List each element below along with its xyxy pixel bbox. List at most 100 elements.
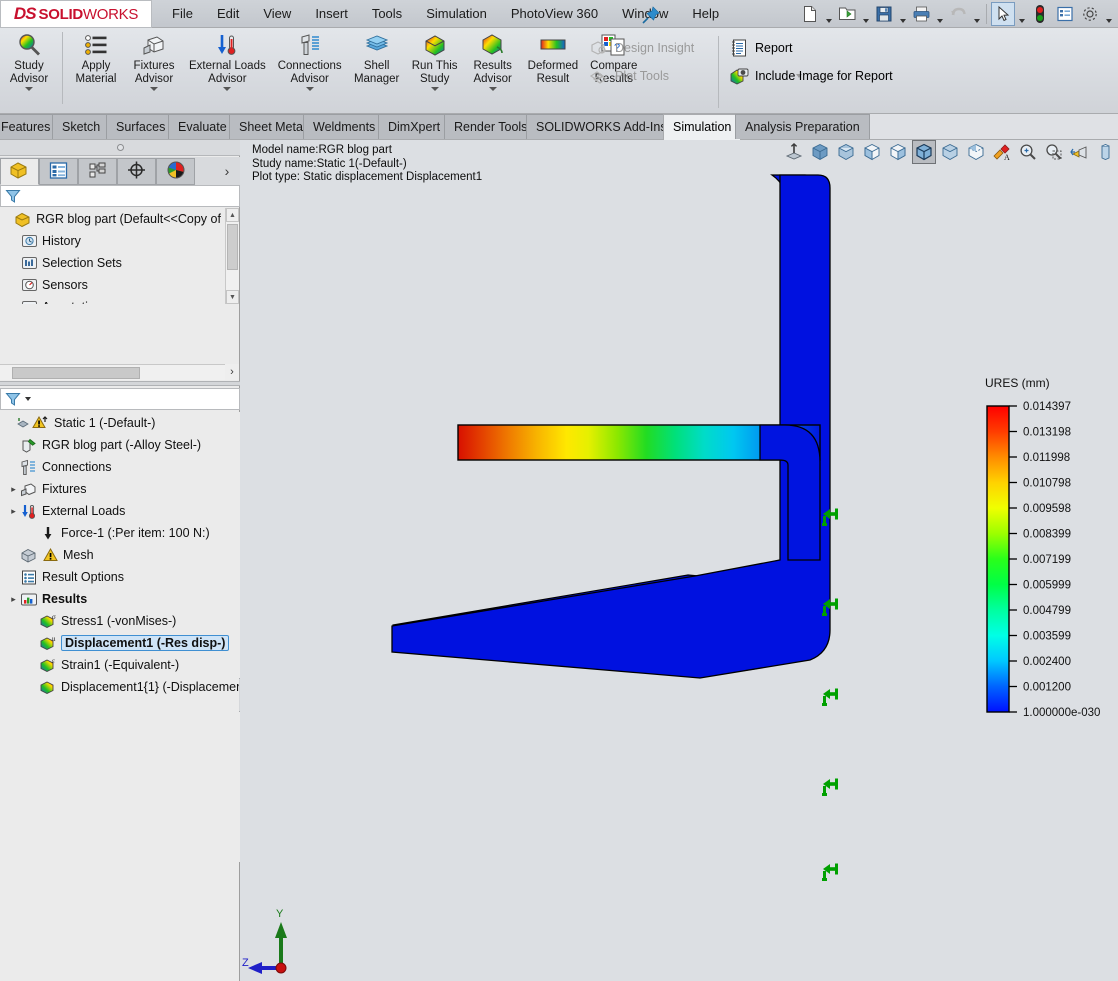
undo-button[interactable]: [946, 2, 970, 26]
fixtures-advisor-dropdown-arrow[interactable]: [150, 87, 158, 91]
expander[interactable]: ▸: [8, 478, 19, 500]
connections-advisor-button[interactable]: Connections Advisor: [272, 28, 348, 91]
tab-analysis-preparation[interactable]: Analysis Preparation: [735, 114, 870, 139]
tree-item-displacement1[interactable]: u Displacement1 (-Res disp-): [0, 632, 240, 654]
tab-dimxpert[interactable]: DimXpert: [378, 114, 451, 139]
undo-dropdown[interactable]: [971, 0, 982, 30]
tree-item-connections[interactable]: Connections: [0, 456, 240, 478]
solidworks-logo[interactable]: DS SOLID WORKS: [0, 0, 152, 28]
results-advisor-dropdown-arrow[interactable]: [488, 87, 497, 91]
tree-item-fixtures[interactable]: ▸ Fixtures: [0, 478, 240, 500]
material-icon: [19, 435, 39, 455]
new-document-button[interactable]: [798, 2, 822, 26]
open-document-dropdown[interactable]: [860, 0, 871, 30]
menu-item-view[interactable]: View: [251, 0, 303, 28]
feature-tree-hscrollbar[interactable]: [0, 364, 226, 380]
tree-item-part[interactable]: RGR blog part (Default<<Copy of <Defau: [0, 208, 226, 230]
tab-weldments[interactable]: Weldments: [303, 114, 386, 139]
tree-item-sensors[interactable]: Sensors: [0, 274, 226, 296]
shell-manager-button[interactable]: Shell Manager: [348, 28, 406, 85]
study-advisor-dropdown-arrow[interactable]: [25, 87, 33, 91]
menu-item-simulation[interactable]: Simulation: [414, 0, 499, 28]
feature-manager-tree[interactable]: RGR blog part (Default<<Copy of <Defau H…: [0, 208, 226, 304]
tab-surfaces[interactable]: Surfaces: [106, 114, 176, 139]
tab-render-tools[interactable]: Render Tools: [444, 114, 538, 139]
include-image-for-report-button[interactable]: Include Image for Report: [722, 62, 899, 90]
expander[interactable]: ▸: [8, 588, 19, 610]
hscroll-right-button[interactable]: ›: [225, 364, 239, 380]
tab-solidworks-addins[interactable]: SOLIDWORKS Add-Ins: [526, 114, 677, 139]
tree-item-static-study[interactable]: Static 1 (-Default-): [0, 412, 240, 434]
chevron-right-icon[interactable]: ›: [218, 161, 236, 181]
fixtures-advisor-button[interactable]: Fixtures Advisor: [125, 28, 183, 91]
menu-item-insert[interactable]: Insert: [303, 0, 360, 28]
new-document-dropdown[interactable]: [823, 0, 834, 30]
feature-tree-vscrollbar[interactable]: ▲ ▼: [225, 208, 239, 304]
save-button[interactable]: [872, 2, 896, 26]
simulation-study-tree[interactable]: Static 1 (-Default-) RGR blog part (-All…: [0, 412, 240, 862]
menu-item-file[interactable]: File: [160, 0, 205, 28]
tab-sketch[interactable]: Sketch: [52, 114, 111, 139]
study-advisor-button[interactable]: Study Advisor: [0, 28, 58, 91]
feature-filter-bar[interactable]: [0, 185, 240, 207]
expander[interactable]: ▸: [8, 500, 19, 522]
study-filter-bar[interactable]: [0, 388, 240, 410]
tree-item-mesh[interactable]: Mesh: [0, 544, 240, 566]
tree-item-history[interactable]: History: [0, 230, 226, 252]
legend-value: 1.000000e-030: [1023, 707, 1100, 719]
settings-dropdown[interactable]: [1103, 0, 1114, 30]
tree-item-force1[interactable]: Force-1 (:Per item: 100 N:): [0, 522, 240, 544]
results-advisor-button[interactable]: Results Advisor: [464, 28, 522, 91]
deformed-result-button[interactable]: Deformed Result: [522, 28, 585, 85]
expander[interactable]: [4, 208, 13, 230]
print-button[interactable]: [909, 2, 933, 26]
menu-item-tools[interactable]: Tools: [360, 0, 414, 28]
tree-item-selection-sets[interactable]: Selection Sets: [0, 252, 226, 274]
external-loads-advisor-dropdown-arrow[interactable]: [223, 87, 232, 91]
tree-item-material[interactable]: RGR blog part (-Alloy Steel-): [0, 434, 240, 456]
run-this-study-dropdown-arrow[interactable]: [430, 87, 439, 91]
scroll-down-button[interactable]: ▼: [226, 290, 239, 304]
tree-item-stress1[interactable]: σ Stress1 (-vonMises-): [0, 610, 240, 632]
dimxpert-manager-tab[interactable]: [117, 158, 156, 185]
tree-item-results[interactable]: ▸ Results: [0, 588, 240, 610]
feature-manager-tab[interactable]: [0, 158, 39, 185]
report-button[interactable]: Report: [722, 34, 799, 62]
external-loads-advisor-button[interactable]: External Loads Advisor: [183, 28, 272, 91]
tree-item-result-options[interactable]: Result Options: [0, 566, 240, 588]
tree-item-annotations[interactable]: ▸ A Annotations: [0, 296, 226, 304]
print-dropdown[interactable]: [934, 0, 945, 30]
display-manager-tab[interactable]: [156, 158, 195, 185]
configuration-manager-tab[interactable]: [78, 158, 117, 185]
tree-item-strain1[interactable]: ε Strain1 (-Equivalent-): [0, 654, 240, 676]
menu-item-help[interactable]: Help: [680, 0, 731, 28]
apply-material-button[interactable]: Apply Material: [67, 28, 125, 85]
menu-item-edit[interactable]: Edit: [205, 0, 251, 28]
tab-simulation[interactable]: Simulation: [663, 114, 742, 140]
menu-item-photoview360[interactable]: PhotoView 360: [499, 0, 610, 28]
tab-evaluate[interactable]: Evaluate: [168, 114, 237, 139]
study-filter-dropdown-arrow[interactable]: [25, 397, 31, 401]
panel-collapse-bar[interactable]: [0, 140, 240, 156]
tree-item-external-loads[interactable]: ▸ External Loads: [0, 500, 240, 522]
pushpin-icon[interactable]: [640, 5, 662, 25]
save-dropdown[interactable]: [897, 0, 908, 30]
select-button[interactable]: [991, 2, 1015, 26]
property-manager-tab[interactable]: [39, 158, 78, 185]
run-this-study-button[interactable]: Run This Study: [406, 28, 464, 91]
tree-item-displacement1-1[interactable]: Displacement1{1} (-Displacement: [0, 676, 240, 698]
select-dropdown[interactable]: [1016, 0, 1027, 30]
design-insight-button[interactable]: Design Insight: [582, 34, 700, 62]
open-document-button[interactable]: [835, 2, 859, 26]
expander[interactable]: ▸: [8, 296, 19, 305]
settings-button[interactable]: [1078, 2, 1102, 26]
rebuild-button[interactable]: [1028, 2, 1052, 26]
scroll-thumb[interactable]: [227, 224, 238, 270]
hscroll-thumb[interactable]: [12, 367, 140, 379]
panel-splitter[interactable]: [0, 381, 240, 386]
options-list-button[interactable]: [1053, 2, 1077, 26]
graphics-viewport[interactable]: Model name:RGR blog part Study name:Stat…: [240, 140, 1118, 981]
scroll-up-button[interactable]: ▲: [226, 208, 239, 222]
expander[interactable]: [4, 412, 15, 434]
connections-advisor-dropdown-arrow[interactable]: [305, 87, 314, 91]
